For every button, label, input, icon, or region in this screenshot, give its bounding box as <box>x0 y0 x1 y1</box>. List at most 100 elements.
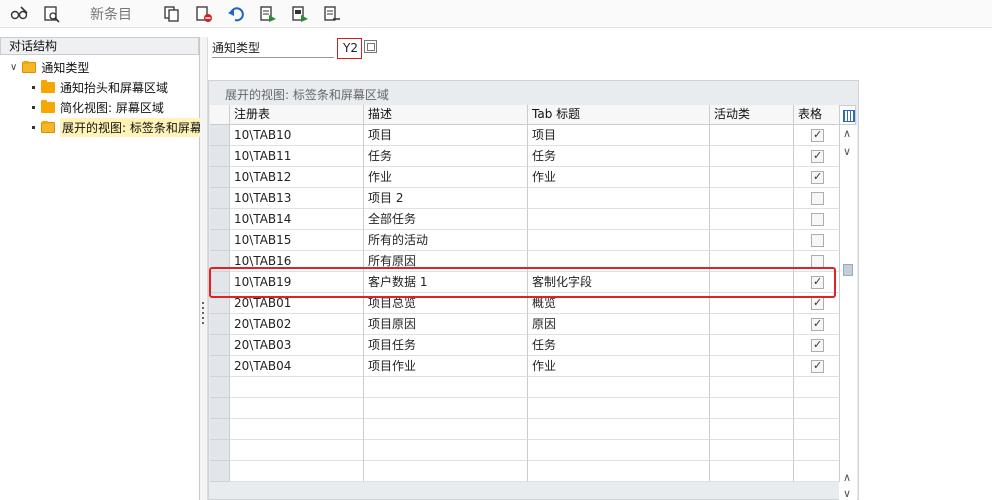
vertical-scrollbar[interactable]: ∧ ∨ ∧ ∨ <box>839 125 857 500</box>
cell-tab-title[interactable] <box>528 440 710 461</box>
cell-activity-class[interactable] <box>710 125 794 146</box>
cell-tab-title[interactable] <box>528 209 710 230</box>
tree-node-header-screen[interactable]: 通知抬头和屏幕区域 <box>32 77 168 97</box>
table-checkbox[interactable] <box>811 192 824 205</box>
cell-description[interactable]: 作业 <box>364 167 528 188</box>
scroll-down-icon[interactable]: ∨ <box>843 145 851 158</box>
column-settings-icon[interactable] <box>839 105 856 125</box>
cell-tab-title[interactable] <box>528 377 710 398</box>
cell-activity-class[interactable] <box>710 335 794 356</box>
cell-description[interactable]: 项目任务 <box>364 335 528 356</box>
row-selector[interactable] <box>210 188 230 209</box>
cell-registry[interactable]: 10\TAB12 <box>230 167 364 188</box>
table-checkbox[interactable] <box>811 128 824 142</box>
cell-registry[interactable] <box>230 398 364 419</box>
cell-registry[interactable]: 10\TAB13 <box>230 188 364 209</box>
row-selector[interactable] <box>210 377 230 398</box>
new-entries-button[interactable]: 新条目 <box>86 3 136 25</box>
cell-description[interactable]: 所有的活动 <box>364 230 528 251</box>
cell-description[interactable] <box>364 377 528 398</box>
column-header-registry[interactable]: 注册表 <box>230 105 364 125</box>
glasses-edit-icon[interactable] <box>8 3 32 25</box>
cell-registry[interactable]: 20\TAB04 <box>230 356 364 377</box>
cell-activity-class[interactable] <box>710 314 794 335</box>
column-header-tab-title[interactable]: Tab 标题 <box>528 105 710 125</box>
column-header-description[interactable]: 描述 <box>364 105 528 125</box>
select-block-icon[interactable] <box>288 3 312 25</box>
cell-activity-class[interactable] <box>710 167 794 188</box>
select-all-corner[interactable] <box>210 105 230 125</box>
row-selector[interactable] <box>210 209 230 230</box>
deselect-icon[interactable] <box>320 3 344 25</box>
row-selector[interactable] <box>210 419 230 440</box>
cell-description[interactable]: 项目作业 <box>364 356 528 377</box>
cell-activity-class[interactable] <box>710 377 794 398</box>
row-selector[interactable] <box>210 167 230 188</box>
select-all-icon[interactable] <box>256 3 280 25</box>
table-checkbox[interactable] <box>811 296 824 310</box>
scroll-up-bottom-icon[interactable]: ∧ <box>843 471 851 484</box>
cell-tab-title[interactable]: 任务 <box>528 335 710 356</box>
row-selector[interactable] <box>210 440 230 461</box>
cell-tab-title[interactable] <box>528 230 710 251</box>
table-checkbox[interactable] <box>811 359 824 373</box>
cell-registry[interactable] <box>230 461 364 482</box>
cell-activity-class[interactable] <box>710 419 794 440</box>
row-selector[interactable] <box>210 398 230 419</box>
cell-tab-title[interactable]: 任务 <box>528 146 710 167</box>
cell-description[interactable]: 项目 2 <box>364 188 528 209</box>
cell-registry[interactable] <box>230 419 364 440</box>
cell-registry[interactable] <box>230 377 364 398</box>
tree-node-extended-view[interactable]: 展开的视图: 标签条和屏幕 <box>32 117 204 137</box>
cell-tab-title[interactable]: 作业 <box>528 356 710 377</box>
cell-description[interactable] <box>364 419 528 440</box>
delete-icon[interactable] <box>192 3 216 25</box>
cell-activity-class[interactable] <box>710 230 794 251</box>
copy-icon[interactable] <box>160 3 184 25</box>
display-change-icon[interactable] <box>40 3 64 25</box>
row-selector[interactable] <box>210 230 230 251</box>
cell-description[interactable] <box>364 461 528 482</box>
cell-registry[interactable]: 10\TAB10 <box>230 125 364 146</box>
cell-description[interactable] <box>364 398 528 419</box>
undo-icon[interactable] <box>224 3 248 25</box>
cell-activity-class[interactable] <box>710 188 794 209</box>
panel-splitter[interactable] <box>200 37 208 500</box>
cell-registry[interactable]: 10\TAB15 <box>230 230 364 251</box>
row-selector[interactable] <box>210 356 230 377</box>
cell-tab-title[interactable] <box>528 398 710 419</box>
cell-description[interactable]: 项目原因 <box>364 314 528 335</box>
tree-node-simplified-view[interactable]: 简化视图: 屏幕区域 <box>32 97 164 117</box>
table-checkbox[interactable] <box>811 338 824 352</box>
field-help-icon[interactable] <box>364 40 377 53</box>
scroll-down-bottom-icon[interactable]: ∨ <box>843 487 851 500</box>
cell-registry[interactable]: 10\TAB14 <box>230 209 364 230</box>
row-selector[interactable] <box>210 146 230 167</box>
column-header-activity-class[interactable]: 活动类 <box>710 105 794 125</box>
cell-activity-class[interactable] <box>710 398 794 419</box>
cell-tab-title[interactable]: 项目 <box>528 125 710 146</box>
cell-tab-title[interactable]: 作业 <box>528 167 710 188</box>
cell-tab-title[interactable] <box>528 188 710 209</box>
table-checkbox[interactable] <box>811 149 824 163</box>
cell-activity-class[interactable] <box>710 209 794 230</box>
tree-node-root[interactable]: ∨ 通知类型 <box>10 57 89 77</box>
cell-activity-class[interactable] <box>710 440 794 461</box>
cell-registry[interactable]: 10\TAB11 <box>230 146 364 167</box>
cell-registry[interactable]: 20\TAB02 <box>230 314 364 335</box>
scroll-up-icon[interactable]: ∧ <box>843 127 851 140</box>
table-checkbox[interactable] <box>811 213 824 226</box>
row-selector[interactable] <box>210 461 230 482</box>
cell-tab-title[interactable]: 原因 <box>528 314 710 335</box>
cell-description[interactable]: 全部任务 <box>364 209 528 230</box>
cell-description[interactable]: 任务 <box>364 146 528 167</box>
cell-tab-title[interactable] <box>528 461 710 482</box>
cell-description[interactable] <box>364 440 528 461</box>
cell-activity-class[interactable] <box>710 146 794 167</box>
scroll-thumb[interactable] <box>843 264 853 276</box>
cell-registry[interactable]: 20\TAB03 <box>230 335 364 356</box>
cell-registry[interactable] <box>230 440 364 461</box>
cell-activity-class[interactable] <box>710 356 794 377</box>
chevron-down-icon[interactable]: ∨ <box>10 62 17 73</box>
cell-description[interactable]: 项目 <box>364 125 528 146</box>
